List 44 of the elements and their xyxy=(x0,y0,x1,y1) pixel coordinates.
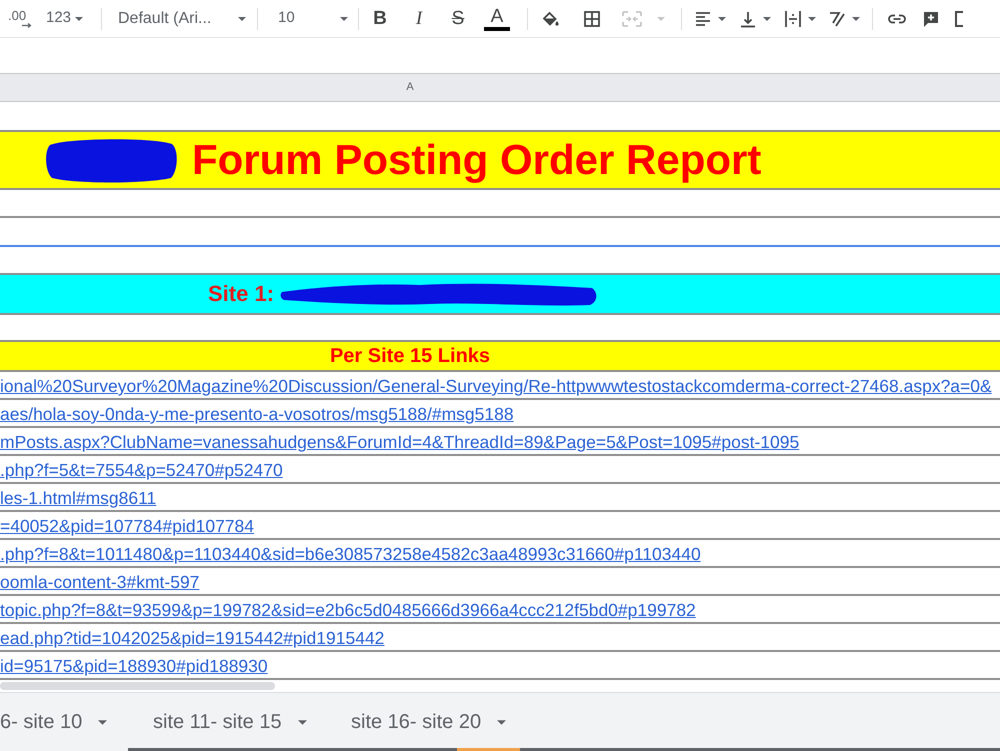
square-outline-icon xyxy=(954,8,963,28)
sheet-tab[interactable]: 6- site 10 xyxy=(0,693,128,751)
italic-button[interactable]: I xyxy=(405,4,433,34)
link[interactable]: ional%20Surveyor%20Magazine%20Discussion/General-Surveying/Re-httpwwwtestostackcomderma-correct-27468.aspx?a=0& xyxy=(0,376,992,396)
caret-icon xyxy=(75,16,84,20)
merge-cells-icon xyxy=(621,8,643,28)
bold-button[interactable]: B xyxy=(366,4,394,34)
link[interactable]: les-1.html#msg8611 xyxy=(0,488,156,508)
decimal-button[interactable]: .00 xyxy=(8,4,34,32)
report-title: Forum Posting Order Report xyxy=(192,137,762,183)
column-header[interactable]: A xyxy=(0,73,1000,102)
scrollbar-thumb[interactable] xyxy=(0,682,275,690)
link[interactable]: id=95175&pid=188930#pid188930 xyxy=(0,656,268,676)
text-wrap-icon xyxy=(783,8,803,28)
links-heading: Per Site 15 Links xyxy=(330,344,490,368)
text-color-button[interactable]: A xyxy=(483,4,511,34)
caret-icon xyxy=(808,16,816,20)
color-bar-icon xyxy=(484,26,510,30)
caret-icon xyxy=(718,16,726,20)
arrow-icon xyxy=(22,23,32,28)
site-label: Site 1: xyxy=(208,281,274,307)
caret-icon xyxy=(763,16,771,20)
link[interactable]: =40052&pid=107784#pid107784 xyxy=(0,516,254,536)
caret-icon xyxy=(852,16,860,20)
link[interactable]: oomla-content-3#kmt-597 xyxy=(0,572,200,592)
link[interactable]: .php?f=8&t=1011480&p=1103440&sid=b6e308573258e4582c3aa48993c31660#p1103440 xyxy=(0,544,701,564)
link[interactable]: topic.php?f=8&t=93599&p=199782&sid=e2b6c5d0485666d3966a4ccc212f5bd0#p199782 xyxy=(0,600,696,620)
borders-icon xyxy=(582,8,602,28)
caret-icon xyxy=(98,720,108,724)
caret-icon xyxy=(238,16,246,20)
caret-icon xyxy=(497,720,506,724)
caret-icon xyxy=(298,720,307,724)
link[interactable]: ead.php?tid=1042025&pid=1915442#pid1915442 xyxy=(0,628,384,648)
strikethrough-button[interactable]: S xyxy=(444,4,472,34)
font-size-dropdown[interactable]: 10 xyxy=(270,4,348,32)
sheet-tab[interactable]: site 11- site 15 xyxy=(128,693,322,751)
number-format-button[interactable]: 123 xyxy=(46,4,90,32)
link[interactable]: aes/hola-soy-0nda-y-me-presento-a-vosotros/msg5188/#msg5188 xyxy=(0,404,514,424)
sheet-tab[interactable]: site 16- site 20 xyxy=(322,693,520,751)
font-dropdown[interactable]: Default (Ari... xyxy=(118,4,246,32)
link[interactable]: .php?f=5&t=7554&p=52470#p52470 xyxy=(0,460,283,480)
link[interactable]: mPosts.aspx?ClubName=vanessahudgens&ForumId=4&ThreadId=89&Page=5&Post=1095#post-1095 xyxy=(0,432,800,452)
caret-icon xyxy=(340,16,348,20)
caret-icon xyxy=(657,16,665,20)
